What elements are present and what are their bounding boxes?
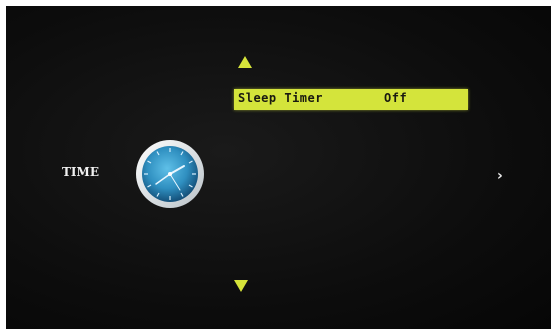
osd-screen: Sleep Timer Off TIME › <box>6 6 551 329</box>
menu-item-sleep-timer[interactable]: Sleep Timer Off <box>234 89 468 110</box>
scroll-down-icon[interactable] <box>234 280 248 292</box>
menu-item-value: Off <box>384 91 408 105</box>
scroll-up-icon[interactable] <box>238 56 252 68</box>
category-title: TIME <box>62 165 99 179</box>
chevron-right-icon[interactable]: › <box>497 169 503 183</box>
menu-item-label: Sleep Timer <box>238 91 323 105</box>
clock-icon <box>136 140 204 208</box>
